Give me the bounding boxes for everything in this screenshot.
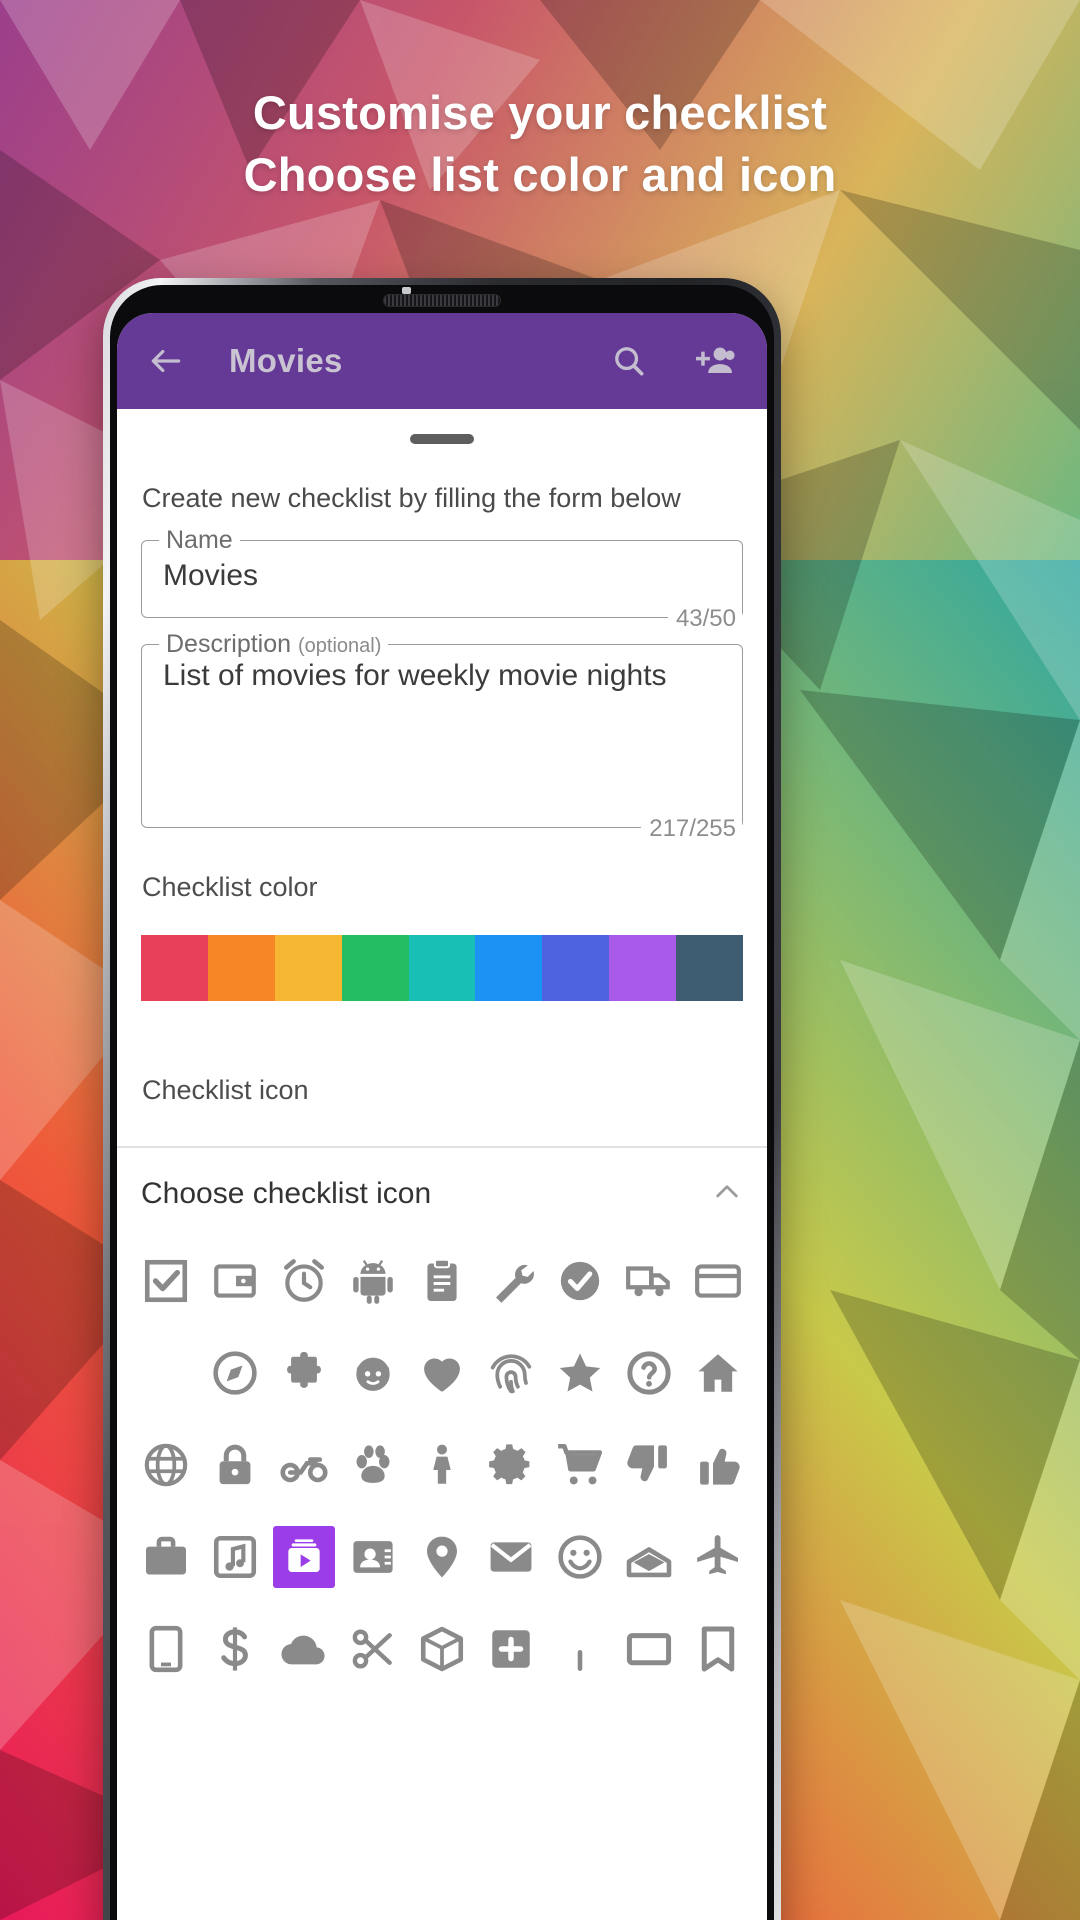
checklist-color-label: Checklist color — [142, 872, 318, 902]
color-swatch-strip[interactable] — [141, 935, 743, 1001]
compass-icon[interactable] — [200, 1335, 269, 1411]
lock-icon[interactable] — [200, 1427, 269, 1503]
email-icon[interactable] — [477, 1519, 546, 1595]
markunread-mailbox-icon[interactable] — [615, 1519, 684, 1595]
help-circle-icon[interactable] — [615, 1335, 684, 1411]
headline-line-2: Choose list color and icon — [243, 148, 837, 201]
phone-screen: Movies Create new checklist by filling t… — [117, 313, 767, 1920]
name-field-label: Name — [159, 526, 240, 555]
create-checklist-sheet: Create new checklist by filling the form… — [117, 434, 767, 1920]
phone-mockup: Movies Create new checklist by filling t… — [103, 278, 781, 1920]
description-field-label: Description (optional) — [159, 630, 389, 659]
local-shipping-icon[interactable] — [615, 1243, 684, 1319]
color-swatch-5[interactable] — [408, 935, 476, 1001]
search-icon[interactable] — [599, 333, 659, 389]
add-box-icon[interactable] — [477, 1611, 546, 1687]
color-swatch-4[interactable] — [341, 935, 409, 1001]
fingerprint-icon[interactable] — [477, 1335, 546, 1411]
color-swatch-9[interactable] — [676, 935, 743, 1001]
music-library-icon[interactable] — [200, 1519, 269, 1595]
page-title: Movies — [229, 342, 343, 379]
briefcase-icon[interactable] — [131, 1519, 200, 1595]
headline-line-1: Customise your checklist — [252, 86, 828, 139]
earpiece-speaker — [383, 294, 501, 307]
extension-puzzle-icon[interactable] — [269, 1335, 338, 1411]
description-char-counter: 217/255 — [641, 815, 742, 843]
phone-android-icon[interactable] — [131, 1611, 200, 1687]
description-optional-text: (optional) — [298, 635, 382, 657]
bookmark-page-icon[interactable] — [684, 1611, 753, 1687]
package-box-icon[interactable] — [407, 1611, 476, 1687]
color-swatch-1[interactable] — [141, 935, 208, 1001]
description-input-value[interactable]: List of movies for weekly movie nights — [163, 659, 667, 693]
person-standing-icon[interactable] — [407, 1427, 476, 1503]
form-intro-text: Create new checklist by filling the form… — [142, 483, 681, 513]
cloud-icon[interactable] — [269, 1611, 338, 1687]
name-field[interactable]: Name Movies 43/50 — [141, 526, 743, 633]
sheet-drag-handle[interactable] — [410, 434, 474, 444]
location-pin-icon[interactable] — [407, 1519, 476, 1595]
check-box-icon[interactable] — [131, 1243, 200, 1319]
name-char-counter: 43/50 — [667, 605, 742, 633]
globe-icon[interactable] — [131, 1427, 200, 1503]
phone-bezel: Movies Create new checklist by filling t… — [110, 285, 774, 1920]
choose-icon-row[interactable]: Choose checklist icon — [117, 1148, 767, 1239]
motorcycle-icon[interactable] — [269, 1427, 338, 1503]
wrench-icon[interactable] — [477, 1243, 546, 1319]
color-swatch-3[interactable] — [274, 935, 342, 1001]
settings-gear-icon[interactable] — [477, 1427, 546, 1503]
android-icon[interactable] — [338, 1243, 407, 1319]
color-swatch-6[interactable] — [475, 935, 543, 1001]
plant-sprout-icon[interactable] — [546, 1611, 615, 1687]
checklist-icon-label: Checklist icon — [142, 1075, 309, 1105]
heart-icon[interactable] — [407, 1335, 476, 1411]
description-label-text: Description — [166, 630, 292, 658]
arrow-back-icon[interactable] — [139, 334, 193, 388]
star-icon[interactable] — [546, 1335, 615, 1411]
child-face-icon[interactable] — [338, 1335, 407, 1411]
clipboard-icon[interactable] — [407, 1243, 476, 1319]
paw-print-icon[interactable] — [338, 1427, 407, 1503]
person-add-icon[interactable] — [685, 333, 745, 389]
chevron-up-icon[interactable] — [711, 1176, 743, 1213]
color-swatch-2[interactable] — [207, 935, 275, 1001]
app-toolbar: Movies — [117, 313, 767, 409]
check-circle-icon[interactable] — [546, 1243, 615, 1319]
alarm-clock-icon[interactable] — [269, 1243, 338, 1319]
color-swatch-7[interactable] — [542, 935, 610, 1001]
sensor-dot — [402, 287, 411, 294]
dollar-sign-icon[interactable] — [200, 1611, 269, 1687]
emoji-smile-icon[interactable] — [546, 1519, 615, 1595]
checklist-icon-grid[interactable] — [117, 1239, 767, 1687]
home-icon[interactable] — [684, 1335, 753, 1411]
promo-headline: Customise your checklist Choose list col… — [0, 82, 1080, 206]
video-library-icon[interactable] — [272, 1525, 335, 1588]
description-field[interactable]: Description (optional) List of movies fo… — [141, 630, 743, 843]
shopping-cart-icon[interactable] — [546, 1427, 615, 1503]
thumb-up-icon[interactable] — [684, 1427, 753, 1503]
rectangle-icon[interactable] — [615, 1611, 684, 1687]
thumb-down-icon[interactable] — [615, 1427, 684, 1503]
credit-card-icon[interactable] — [684, 1243, 753, 1319]
account-balance-wallet-icon[interactable] — [200, 1243, 269, 1319]
name-input-value[interactable]: Movies — [163, 559, 258, 593]
choose-icon-label: Choose checklist icon — [141, 1177, 432, 1210]
color-swatch-8[interactable] — [609, 935, 677, 1001]
leaf-icon[interactable] — [131, 1335, 200, 1411]
airplane-icon[interactable] — [684, 1519, 753, 1595]
scissors-icon[interactable] — [338, 1611, 407, 1687]
contacts-icon[interactable] — [338, 1519, 407, 1595]
